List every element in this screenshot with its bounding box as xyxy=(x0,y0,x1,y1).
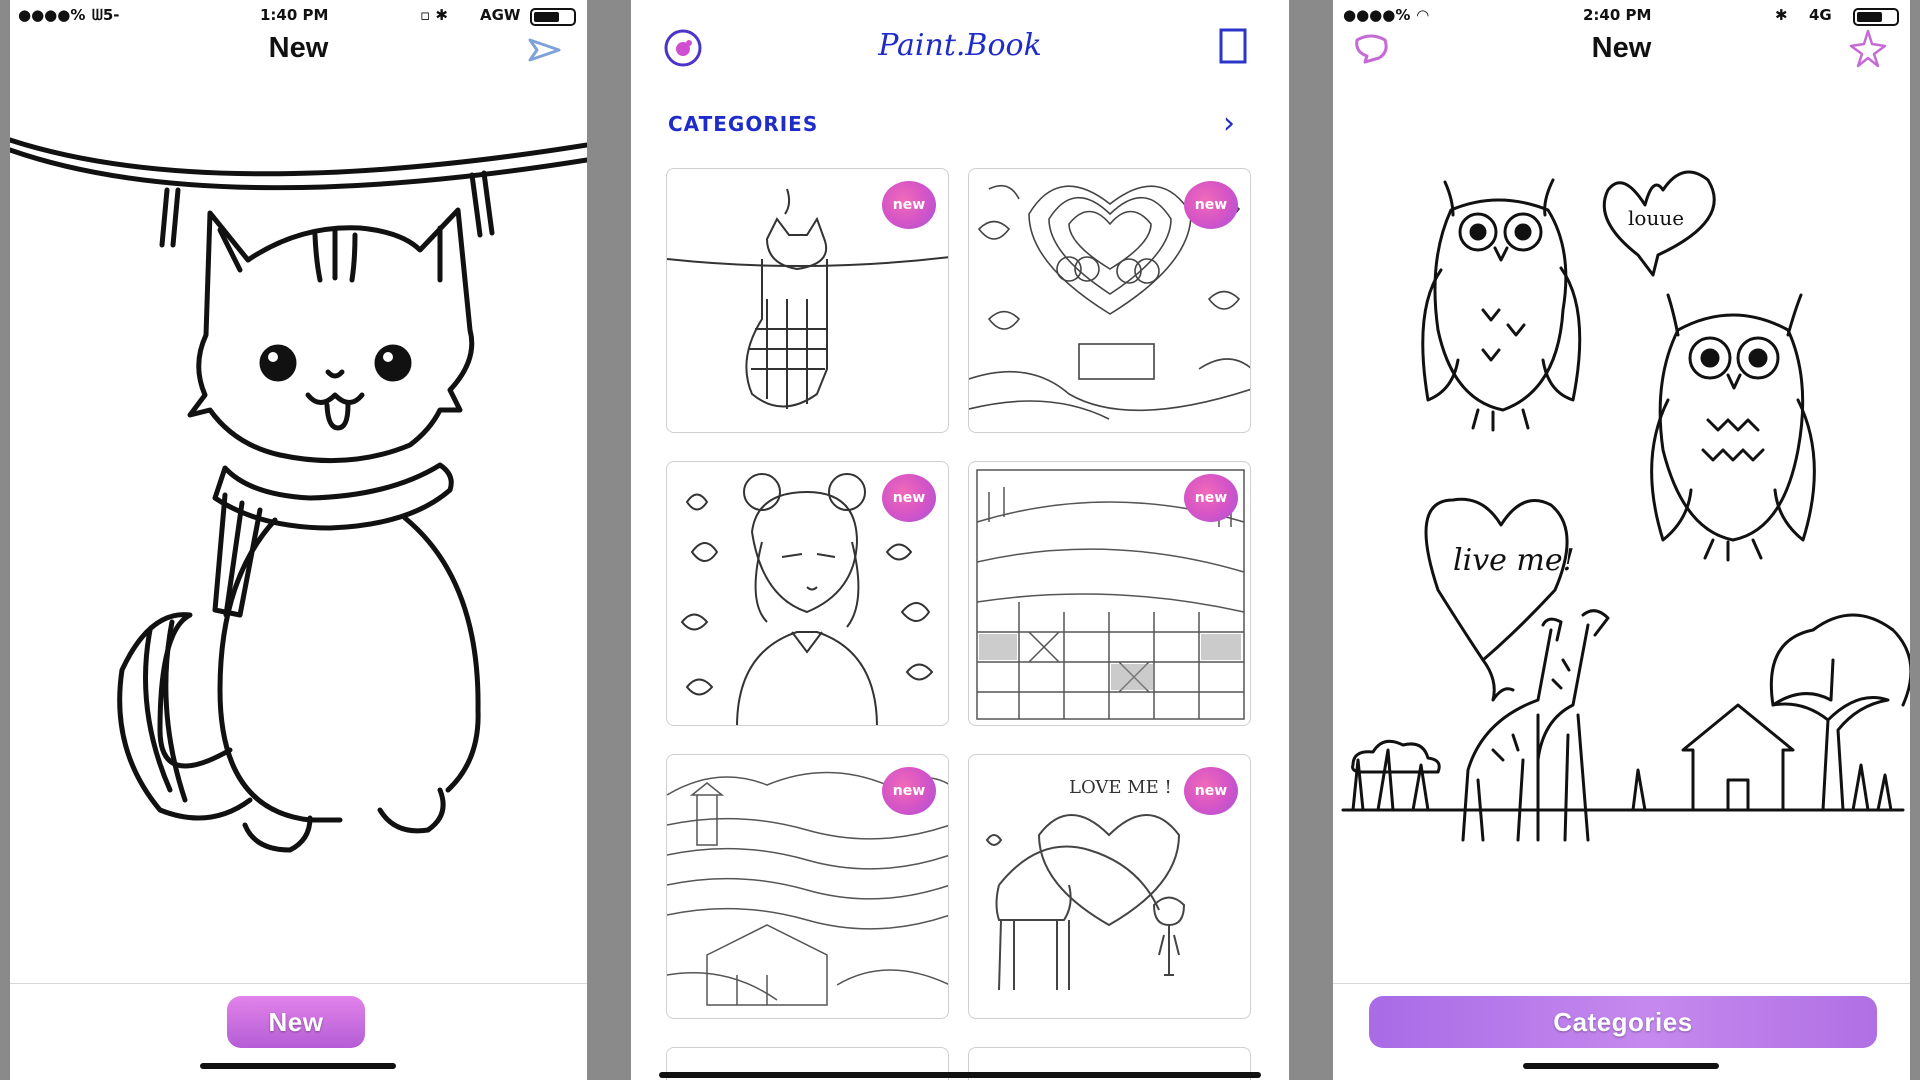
new-badge: new xyxy=(1184,181,1238,229)
network-label: 4G xyxy=(1809,6,1832,24)
category-card-patchwork[interactable]: new xyxy=(968,461,1251,726)
home-indicator[interactable] xyxy=(659,1072,1261,1078)
categories-header: CATEGORIES xyxy=(668,112,819,136)
signal-strength: ●●●●% xyxy=(18,6,86,24)
owls-giraffes-artwork[interactable]: louue live me! xyxy=(1333,160,1910,960)
status-bar: ●●●●% ᗯ5- 1:40 PM ▫ ✱ AGW xyxy=(10,4,587,28)
category-card-giraffe[interactable]: LOVE ME ! new xyxy=(968,754,1251,1019)
bookmark-icon[interactable] xyxy=(1213,26,1253,66)
category-card-girl-hearts[interactable]: new xyxy=(666,461,949,726)
category-card-owls-hearts[interactable]: new xyxy=(968,168,1251,433)
category-card-cat-stocking[interactable]: new xyxy=(666,168,949,433)
phone-screen-new: ●●●●% ᗯ5- 1:40 PM ▫ ✱ AGW New New xyxy=(10,0,587,1080)
heart-top-caption: louue xyxy=(1628,206,1684,230)
screen-title: New xyxy=(268,32,329,64)
status-icons: ▫ ✱ xyxy=(420,6,448,24)
paper-plane-icon[interactable] xyxy=(525,30,565,70)
signal-strength: ●●●●% xyxy=(1343,6,1411,24)
battery-icon xyxy=(530,8,576,26)
cat-artwork[interactable] xyxy=(10,110,587,1010)
new-badge: new xyxy=(882,181,936,229)
bottom-divider xyxy=(10,983,587,984)
battery-icon xyxy=(1853,8,1899,26)
chevron-right-icon[interactable]: › xyxy=(1223,106,1235,141)
category-card-lighthouse[interactable]: new xyxy=(666,754,949,1019)
heart-bottom-caption: live me! xyxy=(1453,543,1575,578)
new-badge: new xyxy=(882,767,936,815)
new-badge: new xyxy=(1184,474,1238,522)
screen-title: New xyxy=(1591,32,1652,64)
home-indicator[interactable] xyxy=(200,1063,396,1069)
new-badge: new xyxy=(1184,767,1238,815)
new-badge: new xyxy=(882,474,936,522)
giraffe-caption: LOVE ME ! xyxy=(1069,777,1172,798)
network-label: AGW xyxy=(480,6,521,24)
status-bar: ●●●●% ◠ 2:40 PM ✱ 4G xyxy=(1333,4,1910,28)
status-time: 1:40 PM xyxy=(260,6,329,24)
phone-screen-new-owls: ●●●●% ◠ 2:40 PM ✱ 4G New louue live me! … xyxy=(1333,0,1910,1080)
status-time: 2:40 PM xyxy=(1583,6,1652,24)
bottom-divider xyxy=(1333,983,1910,984)
carrier-label: ᗯ5- xyxy=(92,6,120,24)
categories-button[interactable]: Categories xyxy=(1369,996,1877,1048)
wifi-icon: ◠ xyxy=(1417,6,1429,24)
new-button[interactable]: New xyxy=(227,996,365,1048)
phone-screen-categories: Paint.Book CATEGORIES › new new new new … xyxy=(631,0,1289,1080)
star-icon[interactable] xyxy=(1848,28,1888,68)
app-brand-title: Paint.Book xyxy=(878,28,1042,63)
status-icons: ✱ xyxy=(1775,6,1788,24)
home-indicator[interactable] xyxy=(1523,1063,1719,1069)
